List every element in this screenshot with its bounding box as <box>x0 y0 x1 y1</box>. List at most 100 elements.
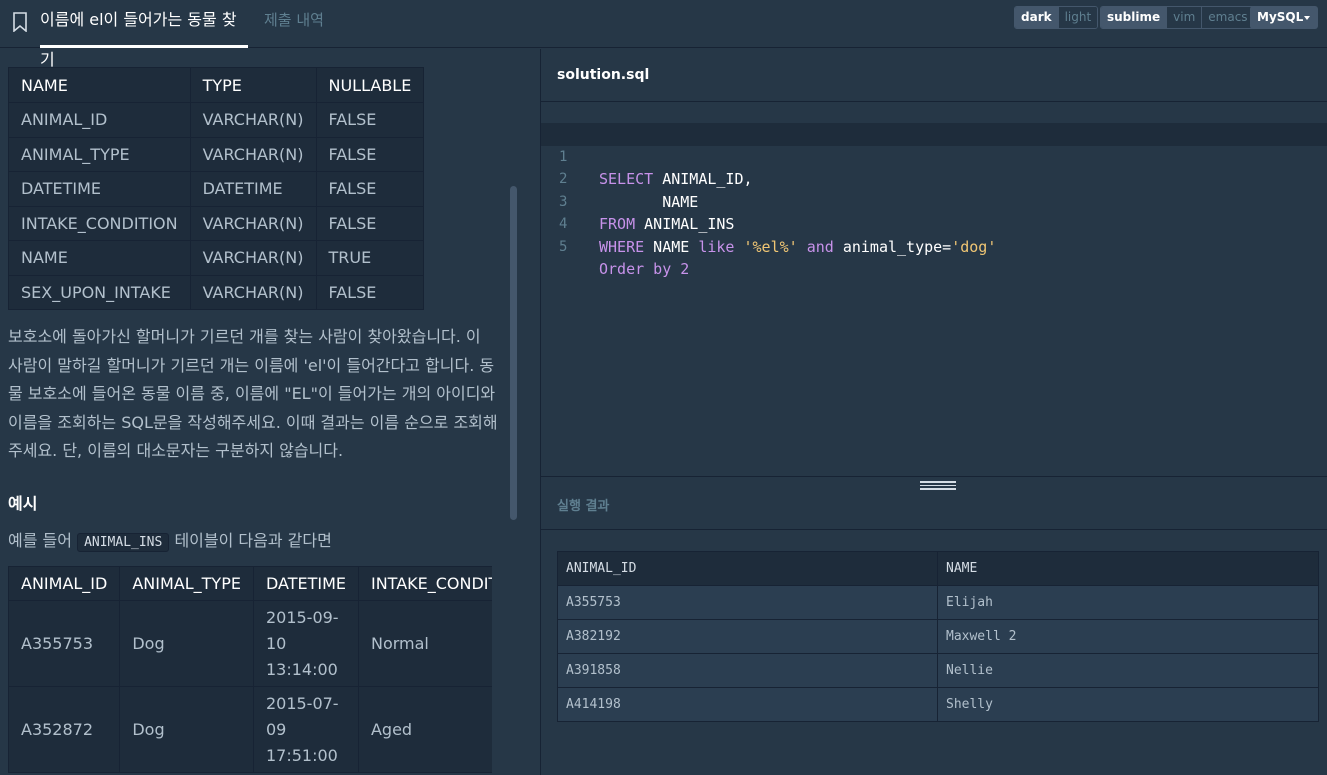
table-cell: A382192 <box>557 619 938 654</box>
table-cell: Maxwell 2 <box>937 619 1319 654</box>
code-line[interactable]: 1 SELECT ANIMAL_ID, <box>541 123 1327 188</box>
table-cell: Shelly <box>937 687 1319 722</box>
table-cell: Elijah <box>937 585 1319 620</box>
table-row: A355753 Elijah <box>557 585 1319 620</box>
table-header-cell: NAME <box>8 67 191 103</box>
line-number: 5 <box>559 238 568 255</box>
table-row: A355753 Dog 2015-09-10 13:14:00 Normal <box>8 600 492 687</box>
table-cell: VARCHAR(N) <box>189 136 317 172</box>
code-token: '%el%' <box>743 237 798 256</box>
example-intro-text: 테이블이 다음과 같다면 <box>174 531 332 550</box>
table-row: ANIMAL_TYPE VARCHAR(N) FALSE <box>8 136 425 172</box>
table-header-cell: ANIMAL_ID <box>8 566 121 601</box>
problem-panel: NAME TYPE NULLABLE ANIMAL_ID VARCHAR(N) … <box>0 49 520 775</box>
keymap-toggle: sublime vim emacs <box>1100 6 1255 29</box>
code-line[interactable]: 5 Order by 2 <box>541 213 1327 279</box>
table-cell: VARCHAR(N) <box>189 240 317 276</box>
keymap-vim-button[interactable]: vim <box>1167 7 1203 28</box>
result-header: 실행 결과 <box>541 476 1327 530</box>
problem-description: 보호소에 돌아가신 할머니가 기르던 개를 찾는 사람이 찾아왔습니다. 이 사… <box>8 327 498 461</box>
table-header-cell: TYPE <box>189 67 317 103</box>
keymap-emacs-button[interactable]: emacs <box>1202 7 1254 28</box>
table-header-row: ANIMAL_ID ANIMAL_TYPE DATETIME INTAKE_CO… <box>8 566 492 601</box>
table-row: NAME VARCHAR(N) TRUE <box>8 240 425 276</box>
code-line[interactable]: 4 WHERE NAME like '%el%' and animal_type… <box>541 191 1327 256</box>
theme-light-button[interactable]: light <box>1058 7 1098 28</box>
code-token: 'dog' <box>951 237 997 256</box>
example-table-container[interactable]: ANIMAL_ID ANIMAL_TYPE DATETIME INTAKE_CO… <box>8 566 492 775</box>
table-cell: FALSE <box>315 102 425 138</box>
table-header-cell: NAME <box>937 551 1319 586</box>
table-cell: A352872 <box>8 686 121 773</box>
table-cell: INTAKE_CONDITION <box>8 205 191 241</box>
table-cell: A355753 <box>557 585 938 620</box>
table-cell: Dog <box>119 600 254 687</box>
code-token: like <box>698 237 735 256</box>
table-cell: TRUE <box>315 240 425 276</box>
tab-problem[interactable]: 이름에 el이 들어가는 동물 찾기 <box>40 0 248 69</box>
table-cell: ANIMAL_ID <box>8 102 191 138</box>
table-header-cell: NULLABLE <box>315 67 425 103</box>
schema-table: NAME TYPE NULLABLE ANIMAL_ID VARCHAR(N) … <box>8 67 425 310</box>
table-cell: FALSE <box>315 136 425 172</box>
example-table: ANIMAL_ID ANIMAL_TYPE DATETIME INTAKE_CO… <box>8 566 492 773</box>
file-name[interactable]: solution.sql <box>557 67 649 83</box>
table-header-cell: DATETIME <box>252 566 359 601</box>
table-cell: DATETIME <box>8 171 191 207</box>
table-cell: VARCHAR(N) <box>189 205 317 241</box>
table-row: A391858 Nellie <box>557 653 1319 688</box>
table-row: ANIMAL_ID VARCHAR(N) FALSE <box>8 102 425 138</box>
table-cell: 2015-07-09 17:51:00 <box>252 686 359 773</box>
table-cell: VARCHAR(N) <box>189 274 317 310</box>
table-cell: NAME <box>8 240 191 276</box>
code-line[interactable]: 3 FROM ANIMAL_INS <box>541 168 1327 234</box>
table-header-cell: ANIMAL_TYPE <box>119 566 254 601</box>
result-table: ANIMAL_ID NAME A355753 Elijah A382192 Ma… <box>557 551 1319 722</box>
code-token: 2 <box>680 260 690 278</box>
file-tab-bar: solution.sql <box>541 49 1327 102</box>
code-line[interactable]: 2 NAME <box>541 146 1327 211</box>
table-cell: Dog <box>119 686 254 773</box>
table-cell: Normal <box>357 600 492 687</box>
table-header-cell: INTAKE_CONDITIO <box>357 566 492 601</box>
language-dropdown[interactable]: MySQL <box>1250 6 1318 29</box>
code-editor[interactable]: 1 SELECT ANIMAL_ID, 2 NAME 3 FROM ANIMAL… <box>541 102 1327 476</box>
table-header-row: ANIMAL_ID NAME <box>557 551 1319 586</box>
table-header-cell: ANIMAL_ID <box>557 551 938 586</box>
tab-history[interactable]: 제출 내역 <box>264 0 324 48</box>
example-intro-text: 예를 들어 <box>8 531 72 550</box>
code-token: and <box>806 237 834 256</box>
theme-dark-button[interactable]: dark <box>1015 7 1059 28</box>
table-cell: A391858 <box>557 653 938 688</box>
table-cell: VARCHAR(N) <box>189 102 317 138</box>
code-token: animal_type= <box>833 237 952 256</box>
table-cell: FALSE <box>315 274 425 310</box>
table-cell: A414198 <box>557 687 938 722</box>
table-cell: Aged <box>357 686 492 773</box>
table-row: SEX_UPON_INTAKE VARCHAR(N) FALSE <box>8 274 425 310</box>
example-intro: 예를 들어 ANIMAL_INS 테이블이 다음과 같다면 <box>8 527 332 552</box>
code-token: WHERE <box>599 237 645 256</box>
example-heading: 예시 <box>8 494 38 513</box>
table-row: A352872 Dog 2015-07-09 17:51:00 Aged <box>8 686 492 773</box>
table-cell: 2015-09-10 13:14:00 <box>252 600 359 687</box>
table-cell: A355753 <box>8 600 121 687</box>
top-bar: 이름에 el이 들어가는 동물 찾기 제출 내역 dark light subl… <box>0 0 1327 69</box>
language-label: MySQL <box>1257 10 1304 24</box>
table-cell: FALSE <box>315 171 425 207</box>
table-row: INTAKE_CONDITION VARCHAR(N) FALSE <box>8 205 425 241</box>
problem-scrollbar[interactable] <box>510 186 517 520</box>
theme-toggle: dark light <box>1014 6 1099 29</box>
table-cell: FALSE <box>315 205 425 241</box>
table-cell: Nellie <box>937 653 1319 688</box>
table-cell: SEX_UPON_INTAKE <box>8 274 191 310</box>
table-row: DATETIME DATETIME FALSE <box>8 171 425 207</box>
table-cell: DATETIME <box>189 171 317 207</box>
example-table-name: ANIMAL_INS <box>77 533 170 552</box>
bookmark-icon[interactable] <box>12 12 28 32</box>
table-row: A414198 Shelly <box>557 687 1319 722</box>
editor-panel: solution.sql 1 SELECT ANIMAL_ID, 2 NAME … <box>540 49 1327 775</box>
keymap-sublime-button[interactable]: sublime <box>1101 7 1168 28</box>
editor-resize-handle[interactable] <box>920 481 956 490</box>
caret-down-icon <box>1304 16 1310 20</box>
